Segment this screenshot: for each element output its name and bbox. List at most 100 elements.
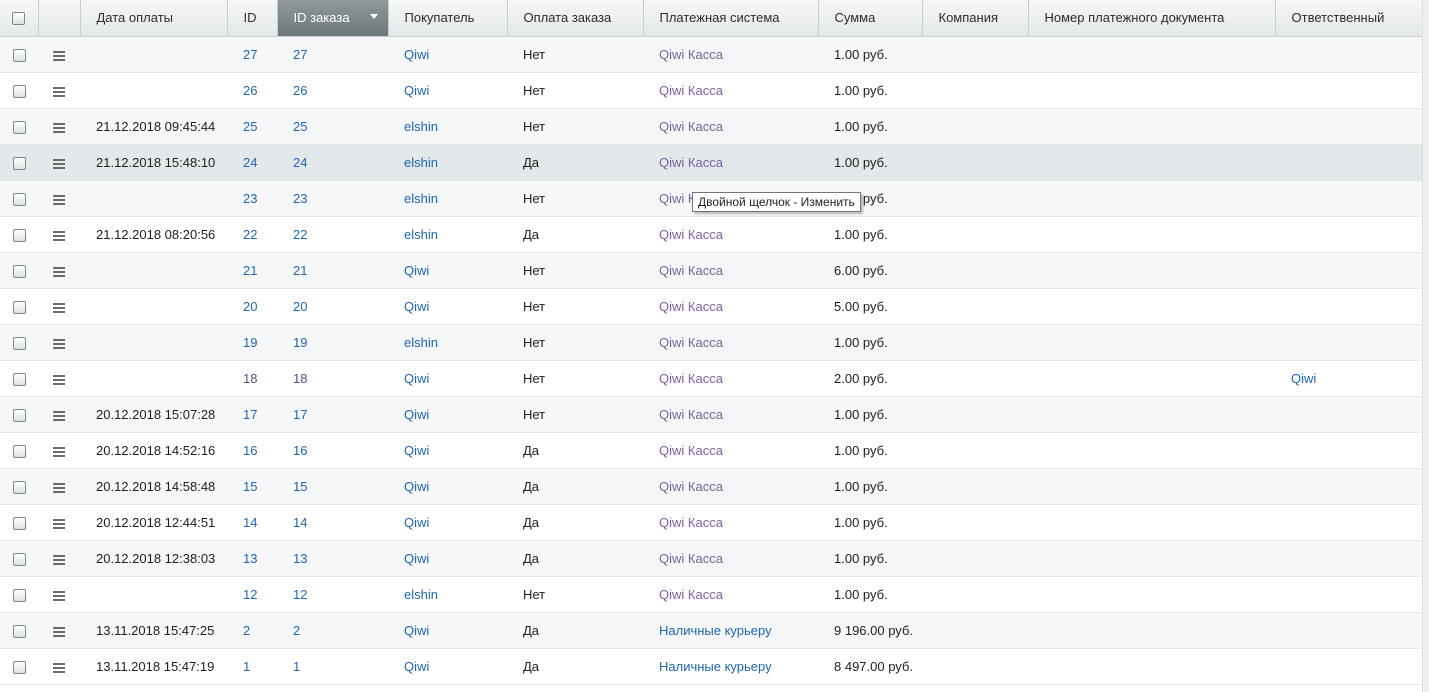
menu-icon[interactable]: [53, 590, 65, 601]
table-row[interactable]: 21.12.2018 15:48:10 24 24 elshin Да Qiwi Касс…: [0, 144, 1422, 181]
row-checkbox[interactable]: [12, 480, 26, 494]
col-header-company[interactable]: Компания: [922, 0, 1029, 37]
row-checkbox-cell[interactable]: [0, 576, 38, 613]
row-actions-cell[interactable]: [38, 180, 80, 217]
row-actions-cell[interactable]: [38, 144, 80, 181]
row-checkbox[interactable]: [12, 624, 26, 638]
order-id-link[interactable]: 18: [293, 371, 307, 386]
order-id-link[interactable]: 1: [293, 659, 300, 674]
row-checkbox-cell[interactable]: [0, 144, 38, 181]
menu-icon[interactable]: [53, 482, 65, 493]
order-id-link[interactable]: 22: [293, 227, 307, 242]
payment-system-link[interactable]: Qiwi Касса: [659, 551, 723, 566]
table-row[interactable]: 12 12 elshin Нет Qiwi Касса 1.00 руб.: [0, 576, 1422, 613]
row-checkbox[interactable]: [12, 516, 26, 530]
order-id-link[interactable]: 14: [293, 515, 307, 530]
row-actions-cell[interactable]: [38, 324, 80, 361]
payment-system-link[interactable]: Qiwi Касса: [659, 263, 723, 278]
responsible-link[interactable]: Qiwi: [1291, 371, 1316, 386]
col-header-payment-system[interactable]: Платежная система: [643, 0, 819, 37]
id-link[interactable]: 22: [243, 227, 257, 242]
payment-system-link[interactable]: Qiwi Касса: [659, 119, 723, 134]
row-actions-cell[interactable]: [38, 432, 80, 469]
table-row[interactable]: 18 18 Qiwi Нет Qiwi Касса 2.00 руб. Qiwi: [0, 360, 1422, 397]
menu-icon[interactable]: [53, 50, 65, 61]
menu-icon[interactable]: [53, 518, 65, 529]
menu-icon[interactable]: [53, 266, 65, 277]
buyer-link[interactable]: Qiwi: [404, 551, 429, 566]
row-checkbox[interactable]: [12, 372, 26, 386]
row-actions-cell[interactable]: [38, 540, 80, 577]
id-link[interactable]: 17: [243, 407, 257, 422]
vertical-scrollbar[interactable]: [1422, 0, 1429, 692]
row-checkbox-cell[interactable]: [0, 648, 38, 685]
payment-system-link[interactable]: Qiwi Касса: [659, 479, 723, 494]
payment-system-link[interactable]: Qiwi Касса: [659, 407, 723, 422]
row-checkbox-cell[interactable]: [0, 72, 38, 109]
row-checkbox-cell[interactable]: [0, 504, 38, 541]
buyer-link[interactable]: Qiwi: [404, 443, 429, 458]
order-id-link[interactable]: 20: [293, 299, 307, 314]
buyer-link[interactable]: Qiwi: [404, 407, 429, 422]
payment-system-link[interactable]: Qiwi Касса: [659, 371, 723, 386]
table-row[interactable]: 20.12.2018 14:58:48 15 15 Qiwi Да Qiwi Касса 1…: [0, 468, 1422, 505]
row-checkbox[interactable]: [12, 336, 26, 350]
col-header-payment-date[interactable]: Дата оплаты: [80, 0, 228, 37]
id-link[interactable]: 27: [243, 47, 257, 62]
row-actions-cell[interactable]: [38, 504, 80, 541]
order-id-link[interactable]: 15: [293, 479, 307, 494]
payment-system-link[interactable]: Qiwi Касса: [659, 155, 723, 170]
row-checkbox-cell[interactable]: [0, 324, 38, 361]
row-checkbox[interactable]: [12, 552, 26, 566]
payment-system-link[interactable]: Наличные курьеру: [659, 659, 772, 674]
menu-icon[interactable]: [53, 338, 65, 349]
col-header-buyer[interactable]: Покупатель: [388, 0, 508, 37]
table-row[interactable]: 20.12.2018 15:07:28 17 17 Qiwi Нет Qiwi Касса…: [0, 396, 1422, 433]
menu-icon[interactable]: [53, 374, 65, 385]
order-id-link[interactable]: 17: [293, 407, 307, 422]
row-checkbox-cell[interactable]: [0, 108, 38, 145]
order-id-link[interactable]: 12: [293, 587, 307, 602]
order-id-link[interactable]: 23: [293, 191, 307, 206]
menu-icon[interactable]: [53, 554, 65, 565]
order-id-link[interactable]: 25: [293, 119, 307, 134]
id-link[interactable]: 14: [243, 515, 257, 530]
buyer-link[interactable]: Qiwi: [404, 299, 429, 314]
order-id-link[interactable]: 2: [293, 623, 300, 638]
buyer-link[interactable]: Qiwi: [404, 83, 429, 98]
order-id-link[interactable]: 27: [293, 47, 307, 62]
id-link[interactable]: 26: [243, 83, 257, 98]
buyer-link[interactable]: elshin: [404, 587, 438, 602]
row-checkbox[interactable]: [12, 660, 26, 674]
row-checkbox[interactable]: [12, 408, 26, 422]
id-link[interactable]: 23: [243, 191, 257, 206]
row-checkbox-cell[interactable]: [0, 180, 38, 217]
table-row[interactable]: 20 20 Qiwi Нет Qiwi Касса 5.00 руб.: [0, 288, 1422, 325]
table-row[interactable]: 21 21 Qiwi Нет Qiwi Касса 6.00 руб.: [0, 252, 1422, 289]
row-checkbox-cell[interactable]: [0, 432, 38, 469]
row-actions-cell[interactable]: [38, 612, 80, 649]
row-checkbox[interactable]: [12, 192, 26, 206]
payment-system-link[interactable]: Qiwi Касса: [659, 299, 723, 314]
row-actions-cell[interactable]: [38, 648, 80, 685]
col-header-order-paid[interactable]: Оплата заказа: [507, 0, 644, 37]
table-row[interactable]: 13.11.2018 15:47:19 1 1 Qiwi Да Наличные курь…: [0, 648, 1422, 685]
table-row[interactable]: 19 19 elshin Нет Qiwi Касса 1.00 руб.: [0, 324, 1422, 361]
menu-icon[interactable]: [53, 194, 65, 205]
payment-system-link[interactable]: Qiwi Касса: [659, 587, 723, 602]
payment-system-link[interactable]: Qiwi Касса: [659, 443, 723, 458]
select-all-checkbox-cell[interactable]: [0, 0, 39, 37]
menu-icon[interactable]: [53, 158, 65, 169]
row-checkbox[interactable]: [12, 228, 26, 242]
row-actions-cell[interactable]: [38, 36, 80, 73]
table-row[interactable]: 20.12.2018 12:38:03 13 13 Qiwi Да Qiwi Касса 1…: [0, 540, 1422, 577]
payment-system-link[interactable]: Qiwi Касса: [659, 47, 723, 62]
id-link[interactable]: 18: [243, 371, 257, 386]
payment-system-link[interactable]: Qiwi Касса: [659, 227, 723, 242]
id-link[interactable]: 13: [243, 551, 257, 566]
buyer-link[interactable]: Qiwi: [404, 479, 429, 494]
id-link[interactable]: 12: [243, 587, 257, 602]
id-link[interactable]: 1: [243, 659, 250, 674]
row-checkbox[interactable]: [12, 300, 26, 314]
row-checkbox[interactable]: [12, 444, 26, 458]
